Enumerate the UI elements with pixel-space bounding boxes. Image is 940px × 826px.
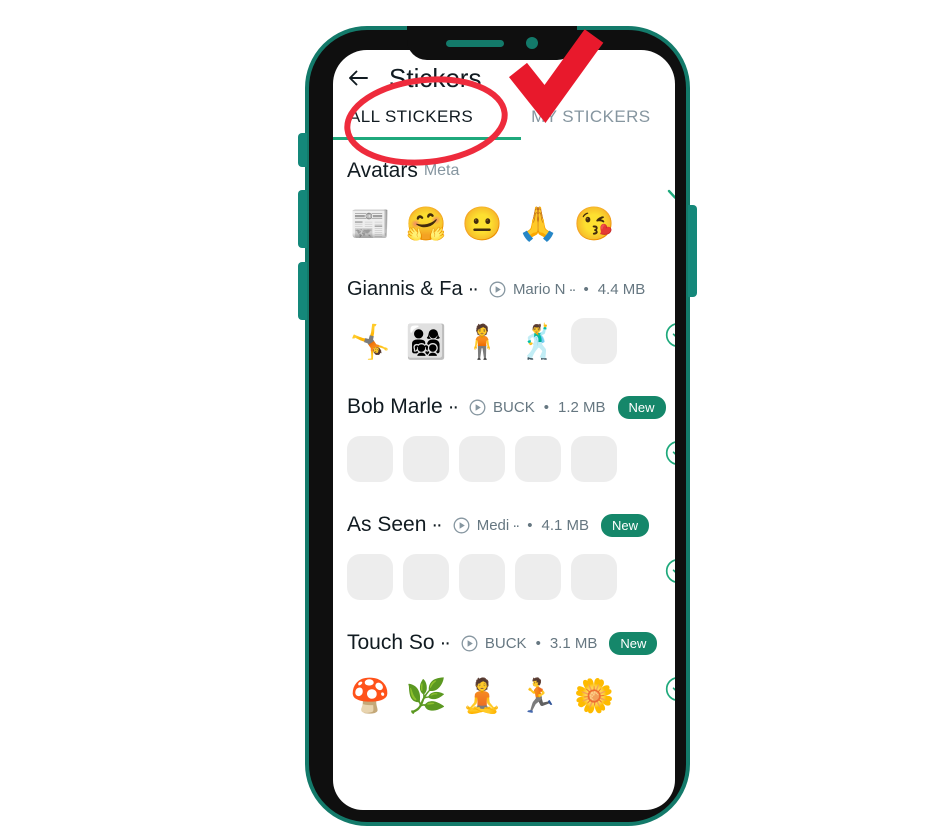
sticker-thumbnail[interactable]: 🤸 xyxy=(347,318,393,364)
sticker-pack-size: 4.4 MB xyxy=(597,280,646,298)
tab-my-stickers[interactable]: MY STICKERS xyxy=(531,107,650,127)
sticker-thumbnail[interactable]: 😐 xyxy=(459,200,505,246)
sticker-thumbnail-placeholder xyxy=(571,436,617,482)
phone-notch xyxy=(407,26,577,60)
sticker-thumbnail[interactable]: 🧍 xyxy=(459,318,505,364)
sticker-pack-name: As Seen xyxy=(347,513,427,536)
sticker-pack-row[interactable]: Avatars Meta 📰 🤗 😐 🙏 😘 xyxy=(333,140,675,250)
sticker-pack-header: Giannis & Fa ·· Mario N ·· • 4.4 MB xyxy=(347,276,675,302)
sticker-pack-author: BUCK xyxy=(485,635,527,652)
animated-pack-play-icon xyxy=(461,635,478,652)
sticker-thumbnail-row: 🤸 👨‍👩‍👧‍👦 🧍 🕺 xyxy=(347,314,675,368)
animated-pack-play-icon xyxy=(469,399,486,416)
sticker-thumbnail[interactable]: 🤗 xyxy=(403,200,449,246)
sticker-pack-header: Avatars Meta xyxy=(347,158,675,184)
sticker-pack-author-label: BUCK xyxy=(493,398,535,416)
sticker-pack-author: Mario N ·· xyxy=(512,280,577,298)
animated-pack-play-icon xyxy=(453,517,470,534)
sticker-thumbnail[interactable]: 🧘 xyxy=(459,672,505,718)
sticker-thumbnail-placeholder xyxy=(571,554,617,600)
sticker-pack-size: 3.1 MB xyxy=(549,634,598,652)
metadata-separator: • xyxy=(535,634,541,652)
sticker-pack-name: Bob Marle xyxy=(347,395,443,418)
sticker-thumbnail-placeholder xyxy=(459,436,505,482)
sticker-pack-list[interactable]: Avatars Meta 📰 🤗 😐 🙏 😘 Giannis & Fa ·· Mario N ·· •… xyxy=(333,140,675,730)
phone-power-button[interactable] xyxy=(688,205,697,297)
pack-download-button[interactable] xyxy=(665,676,675,702)
tab-all-stickers[interactable]: ALL STICKERS xyxy=(349,107,473,127)
sticker-thumbnail-placeholder xyxy=(515,436,561,482)
sticker-thumbnail-placeholder xyxy=(459,554,505,600)
pack-spacer xyxy=(333,722,675,730)
sticker-thumbnail-placeholder xyxy=(347,554,393,600)
earpiece-speaker-icon xyxy=(446,39,504,47)
sticker-pack-name: Avatars xyxy=(347,159,418,182)
sticker-pack-header: As Seen ·· Medi ·· • 4.1 MB New xyxy=(347,512,675,538)
sticker-pack-row[interactable]: As Seen ·· Medi ·· • 4.1 MB New xyxy=(333,494,675,604)
sticker-pack-row[interactable]: Giannis & Fa ·· Mario N ·· • 4.4 MB 🤸 👨‍👩‍👧‍👦 🧍 🕺 xyxy=(333,258,675,368)
sticker-thumbnail-row xyxy=(347,432,675,486)
pack-spacer xyxy=(333,604,675,612)
sticker-thumbnail-placeholder xyxy=(571,318,617,364)
pack-download-button[interactable] xyxy=(665,558,675,584)
sticker-pack-publisher-tag: Meta xyxy=(423,162,460,179)
name-truncation-ellipsis: ·· xyxy=(439,631,451,654)
phone-volume-down-button[interactable] xyxy=(298,262,307,320)
new-badge: New xyxy=(617,395,666,419)
sticker-thumbnail-row: 🍄 🌿 🧘 🏃 🌼 xyxy=(347,668,675,722)
sticker-thumbnail-placeholder xyxy=(403,554,449,600)
sticker-thumbnail[interactable]: 🌿 xyxy=(403,672,449,718)
sticker-thumbnail-placeholder xyxy=(515,554,561,600)
name-truncation-ellipsis: ·· xyxy=(467,277,479,300)
sticker-pack-author: BUCK xyxy=(493,399,535,416)
sticker-thumbnail[interactable]: 🕺 xyxy=(515,318,561,364)
pack-download-button[interactable] xyxy=(665,440,675,466)
animated-pack-play-icon xyxy=(489,281,506,298)
phone-mute-button[interactable] xyxy=(298,133,307,167)
sticker-thumbnail[interactable]: 📰 xyxy=(347,200,393,246)
page-title: Stickers xyxy=(389,62,482,93)
front-camera-icon xyxy=(526,37,538,49)
sticker-thumbnail-row xyxy=(347,550,675,604)
sticker-pack-header: Bob Marle ·· BUCK • 1.2 MB New xyxy=(347,394,675,420)
sticker-pack-row[interactable]: Touch So ·· BUCK • 3.1 MB New 🍄 🌿 🧘 🏃 🌼 xyxy=(333,612,675,722)
metadata-separator: • xyxy=(543,398,549,416)
sticker-pack-author-label: BUCK xyxy=(484,634,527,652)
sticker-thumbnail-row: 📰 🤗 😐 🙏 😘 xyxy=(347,196,675,250)
sticker-pack-name: Touch So xyxy=(347,631,435,654)
sticker-pack-header: Touch So ·· BUCK • 3.1 MB New xyxy=(347,630,675,656)
metadata-separator: • xyxy=(583,280,589,298)
sticker-thumbnail[interactable]: 🏃 xyxy=(515,672,561,718)
author-truncation-ellipsis: ·· xyxy=(568,280,576,298)
sticker-pack-author-label: Medi xyxy=(476,516,510,534)
sticker-thumbnail[interactable]: 🌼 xyxy=(571,672,617,718)
pack-spacer xyxy=(333,368,675,376)
new-badge: New xyxy=(609,631,658,655)
sticker-thumbnail[interactable]: 🙏 xyxy=(515,200,561,246)
sticker-thumbnail-placeholder xyxy=(403,436,449,482)
sticker-thumbnail[interactable]: 👨‍👩‍👧‍👦 xyxy=(403,318,449,364)
pack-spacer xyxy=(333,486,675,494)
sticker-thumbnail-placeholder xyxy=(347,436,393,482)
pack-download-button[interactable] xyxy=(665,322,675,348)
name-truncation-ellipsis: ·· xyxy=(447,395,459,418)
tab-bar: ALL STICKERS MY STICKERS xyxy=(333,94,675,140)
sticker-thumbnail[interactable]: 😘 xyxy=(571,200,617,246)
name-truncation-ellipsis: ·· xyxy=(431,513,442,536)
pack-spacer xyxy=(333,250,675,258)
phone-screen: Stickers ALL STICKERS MY STICKERS Avatar… xyxy=(333,50,675,810)
sticker-pack-author: Medi ·· xyxy=(476,516,521,534)
author-truncation-ellipsis: ·· xyxy=(512,516,520,534)
new-badge: New xyxy=(601,513,650,537)
pack-downloaded-check-icon[interactable] xyxy=(665,178,675,204)
back-arrow-icon[interactable] xyxy=(347,67,369,89)
sticker-pack-size: 4.1 MB xyxy=(541,516,590,534)
sticker-pack-row[interactable]: Bob Marle ·· BUCK • 1.2 MB New xyxy=(333,376,675,486)
sticker-thumbnail[interactable]: 🍄 xyxy=(347,672,393,718)
phone-volume-up-button[interactable] xyxy=(298,190,307,248)
sticker-pack-name: Giannis & Fa xyxy=(347,277,463,300)
metadata-separator: • xyxy=(527,516,533,534)
sticker-pack-author-label: Mario N xyxy=(512,280,566,298)
sticker-pack-size: 1.2 MB xyxy=(558,398,606,416)
